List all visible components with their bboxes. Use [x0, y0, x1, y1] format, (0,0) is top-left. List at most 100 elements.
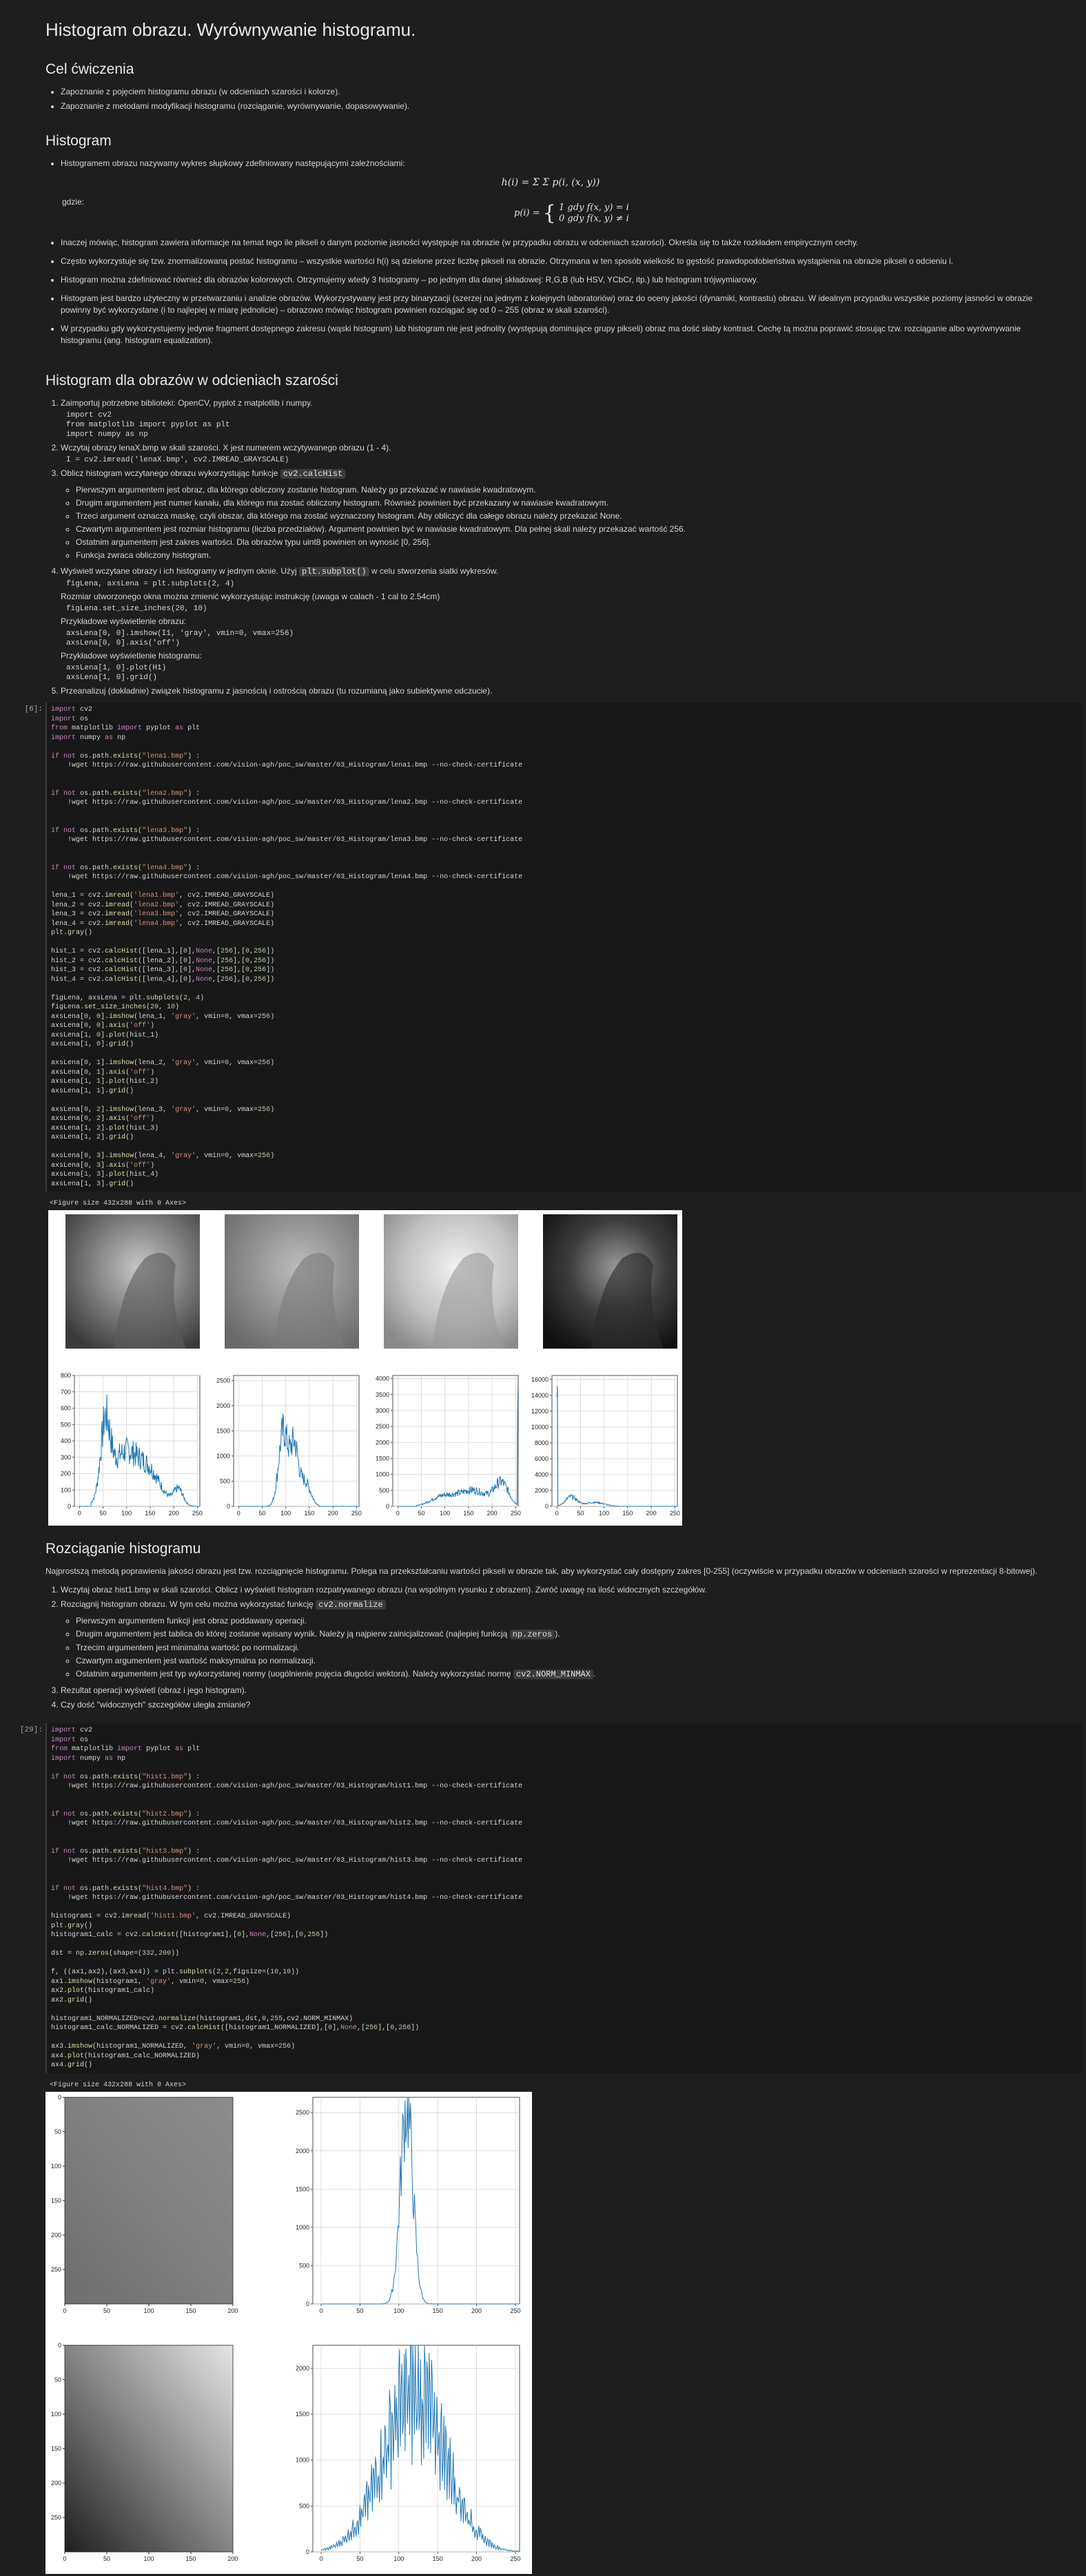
list-item: W przypadku gdy wykorzystujemy jedynie f… — [61, 323, 1041, 346]
code-cell-1[interactable]: [6]: import cv2 import os from matplotli… — [0, 703, 1086, 1192]
code-snippet: figLena.set_size_inches(20, 10) — [66, 605, 207, 613]
formula-text: h(i) = Σ Σ p(i, (x, y)) — [501, 177, 600, 188]
cell-output-text: <Figure size 432x288 with 0 Axes> — [50, 1200, 187, 1207]
hist1-original-tick-label-y: 100 — [51, 2163, 61, 2170]
inline-code: np.zeros — [509, 1630, 555, 1639]
formula-1: h(i) = Σ Σ p(i, (x, y)) — [61, 176, 1041, 189]
hist1-normalized-tick-label-y: 250 — [51, 2514, 61, 2521]
inline-code: cv2.calcHist — [280, 469, 346, 479]
lena-hist-1-tick-label-y: 400 — [61, 1437, 71, 1444]
lena-hist-1-series-line — [79, 1394, 200, 1507]
step-text: Rozmiar utworzonego okna można zmienić w… — [61, 592, 440, 601]
lena-hist-2-tick-label-x: 0 — [237, 1510, 240, 1517]
list-item: Histogram jest bardzo użyteczny w przetw… — [61, 293, 1041, 316]
lena-hist-4-series-line — [556, 1386, 677, 1507]
lena-hist-3-tick-label-y: 500 — [379, 1487, 389, 1494]
lena-hist-3-tick-label-y: 1000 — [376, 1471, 389, 1478]
lena-hist-1-tick-label-x: 0 — [78, 1510, 81, 1517]
hist1-original-hist-tick-label-x: 50 — [356, 2307, 363, 2314]
cell-prompt: [29]: — [19, 1726, 43, 1734]
hist1-original-tick-label-x: 150 — [185, 2307, 196, 2314]
hist1-original-tick-label-y: 150 — [51, 2197, 61, 2204]
notebook-markdown-1: Histogram obrazu. Wyrównywanie histogram… — [0, 0, 1086, 697]
hist1-original-tick-label-x: 50 — [103, 2307, 110, 2314]
hist1-original-tick-label-x: 100 — [143, 2307, 154, 2314]
hist1-normalized-image — [65, 2345, 233, 2552]
hist1-normalized-hist-tick-label-y: 1500 — [296, 2411, 309, 2418]
code-snippet: figLena, axsLena = plt.subplots(2, 4) — [66, 580, 235, 588]
page-title: Histogram obrazu. Wyrównywanie histogram… — [45, 19, 416, 40]
section-heading-grayscale: Histogram dla obrazów w odcieniach szaro… — [45, 373, 338, 388]
lena-hist-1-tick-label-x: 150 — [145, 1510, 155, 1517]
hist1-original-hist-tick-label-x: 250 — [510, 2307, 520, 2314]
hist1-original-hist-tick-label-y: 1000 — [296, 2223, 309, 2230]
lena-hist-4-tick-label-x: 50 — [577, 1510, 584, 1517]
formula-2-lhs: p(i) = — [514, 208, 540, 218]
list-item: Drugim argumentem jest numer kanału, dla… — [76, 497, 1041, 509]
code-editor[interactable]: import cv2 import os from matplotlib imp… — [45, 703, 1082, 1192]
inline-code: plt.subplot() — [299, 567, 369, 577]
list-item: Histogramem obrazu nazywamy wykres słupk… — [61, 158, 1041, 189]
cell-output-text: <Figure size 432x288 with 0 Axes> — [50, 2081, 187, 2089]
hist1-normalized-tick-label-y: 0 — [58, 2342, 61, 2349]
list-item: Ostatnim argumentem jest typ wykorzystan… — [76, 1668, 1041, 1681]
hist1-normalized-hist-tick-label-y: 1000 — [296, 2456, 309, 2463]
lena-hist-3-tick-label-y: 2000 — [376, 1439, 389, 1446]
lena-hist-4-tick-label-y: 8000 — [535, 1440, 549, 1446]
list-item: Pierwszym argumentem jest obraz, dla któ… — [76, 484, 1041, 496]
step-text: Wczytaj obrazy lenaX.bmp w skali szarośc… — [61, 443, 391, 453]
gdzie-label: gdzie: — [62, 197, 85, 207]
hist1-normalized-tick-label-x: 150 — [185, 2555, 196, 2562]
hist1-normalized-hist-tick-label-x: 50 — [356, 2555, 363, 2562]
lena-hist-4-tick-label-y: 4000 — [535, 1471, 549, 1478]
hist1-normalized-hist-tick-label-y: 2000 — [296, 2365, 309, 2371]
list-item: Trzeci argument oznacza maskę, czyli obs… — [76, 510, 1041, 522]
lena-hist-2-tick-label-x: 150 — [304, 1510, 314, 1517]
list-item: Czwartym argumentem jest wartość maksyma… — [76, 1655, 1041, 1667]
section-heading-cel: Cel ćwiczenia — [45, 61, 134, 77]
code-cell-2[interactable]: [29]: import cv2 import os from matplotl… — [0, 1723, 1086, 2073]
lena-hist-1-tick-label-y: 500 — [61, 1421, 71, 1428]
hist1-normalized-tick-label-y: 150 — [51, 2445, 61, 2452]
hist1-normalized-tick-label-x: 0 — [63, 2555, 66, 2562]
lena-hist-1-tick-label-y: 300 — [61, 1454, 71, 1461]
cel-list: Zapoznanie z pojęciem histogramu obrazu … — [45, 86, 1041, 112]
lena-hist-4-tick-label-y: 10000 — [531, 1424, 549, 1431]
step-item: Zaimportuj potrzebne biblioteki: OpenCV,… — [61, 397, 1041, 439]
hist1-normalized-hist-tick-label-y: 500 — [299, 2502, 309, 2509]
step-text: Rozciągnij histogram obrazu. W tym celu … — [61, 1599, 314, 1609]
hist1-original-hist-tick-label-y: 500 — [299, 2262, 309, 2269]
notebook-markdown-2: Rozciąganie histogramu Najprostszą metod… — [0, 1541, 1086, 1711]
lena-hist-4-tick-label-y: 2000 — [535, 1487, 549, 1494]
list-item: Zapoznanie z metodami modyfikacji histog… — [61, 101, 1041, 112]
formula-2: p(i) = { 1 gdy f(x, y) = i 0 gdy f(x, y)… — [514, 201, 629, 225]
list-item: Funkcja zwraca obliczony histogram. — [76, 550, 1041, 561]
code-snippet: I = cv2.imread('lenaX.bmp', cv2.IMREAD_G… — [66, 456, 289, 464]
code-editor[interactable]: import cv2 import os from matplotlib imp… — [45, 1723, 1082, 2073]
stretching-intro: Najprostszą metodą poprawienia jakości o… — [45, 1566, 1038, 1576]
code-snippet: axsLena[1, 0].plot(H1) axsLena[1, 0].gri… — [66, 664, 167, 682]
inline-code: cv2.NORM_MINMAX — [513, 1670, 593, 1679]
lena-hist-4-tick-label-y: 0 — [545, 1503, 549, 1510]
list-item-text: Ostatnim argumentem jest typ wykorzystan… — [76, 1669, 511, 1679]
hist1-original-tick-label-y: 250 — [51, 2266, 61, 2273]
hist1-original-tick-label-y: 200 — [51, 2232, 61, 2239]
list-item: Histogram można zdefiniować również dla … — [61, 274, 1041, 286]
hist1-normalized-hist-tick-label-x: 250 — [510, 2555, 520, 2562]
hist1-axes: 0 50 100 150 2000501001502002500 50 100 150 2000… — [51, 2094, 521, 2562]
hist1-normalized-tick-label-x: 100 — [143, 2555, 154, 2562]
step-item: Wyświetl wczytane obrazy i ich histogram… — [61, 565, 1041, 683]
hist1-original-tick-label-x: 0 — [63, 2307, 66, 2314]
list-item: Pierwszym argumentem funkcji jest obraz … — [76, 1615, 1041, 1627]
step-item: Oblicz histogram wczytanego obrazu wykor… — [61, 468, 1041, 561]
lena-hist-1-tick-label-x: 50 — [99, 1510, 106, 1517]
list-item-text: Drugim argumentem jest tablica do której… — [76, 1629, 508, 1639]
lena-hist-3-tick-label-x: 250 — [511, 1510, 521, 1517]
lena-hist-2-tick-label-x: 100 — [280, 1510, 291, 1517]
lena-hist-2-tick-label-x: 250 — [351, 1510, 362, 1517]
lena-image-4 — [543, 1214, 677, 1349]
lena-hist-1-tick-label-y: 800 — [61, 1372, 71, 1379]
lena-hist-3-tick-label-x: 0 — [396, 1510, 400, 1517]
lena-hist-3-tick-label-y: 3500 — [376, 1391, 389, 1398]
hist1-normalized-hist-series-line — [320, 2345, 520, 2552]
